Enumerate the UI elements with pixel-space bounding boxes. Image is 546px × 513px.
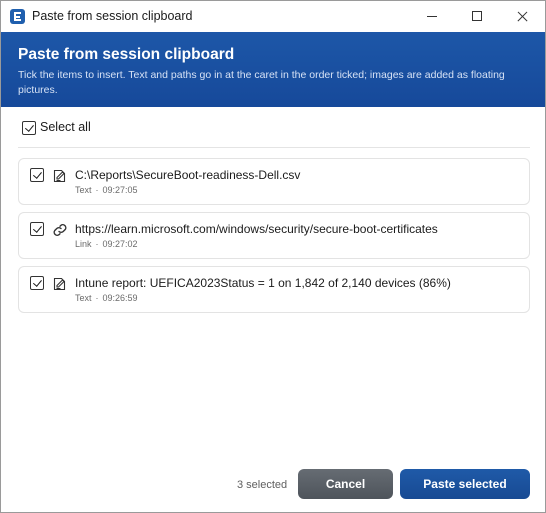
divider bbox=[18, 147, 530, 148]
item-checkbox[interactable] bbox=[30, 168, 44, 182]
selected-count: 3 selected bbox=[237, 479, 288, 491]
clipboard-item[interactable]: Intune report: UEFICA2023Status = 1 on 1… bbox=[18, 266, 530, 313]
dialog-header: Paste from session clipboard Tick the it… bbox=[1, 32, 545, 107]
cancel-button[interactable]: Cancel bbox=[298, 469, 393, 499]
app-logo-icon bbox=[10, 9, 25, 24]
item-checkbox[interactable] bbox=[30, 222, 44, 236]
select-all-checkbox[interactable] bbox=[22, 121, 36, 135]
edit-text-icon bbox=[53, 169, 66, 183]
title-bar: Paste from session clipboard bbox=[1, 1, 545, 32]
item-text: Intune report: UEFICA2023Status = 1 on 1… bbox=[75, 276, 451, 290]
edit-text-icon bbox=[53, 277, 66, 291]
minimize-icon[interactable] bbox=[409, 1, 455, 32]
close-icon[interactable] bbox=[499, 1, 545, 32]
header-title: Paste from session clipboard bbox=[18, 46, 235, 63]
maximize-icon[interactable] bbox=[454, 1, 500, 32]
item-meta: Text · 09:26:59 bbox=[75, 293, 138, 303]
item-meta: Link · 09:27:02 bbox=[75, 239, 138, 249]
clipboard-item[interactable]: https://learn.microsoft.com/windows/secu… bbox=[18, 212, 530, 259]
window-title: Paste from session clipboard bbox=[32, 9, 193, 23]
item-kind: Text bbox=[75, 293, 92, 303]
item-meta: Text · 09:27:05 bbox=[75, 185, 138, 195]
select-all-label[interactable]: Select all bbox=[40, 120, 91, 134]
paste-dialog-window: Paste from session clipboard Paste from … bbox=[0, 0, 546, 513]
item-text: https://learn.microsoft.com/windows/secu… bbox=[75, 222, 438, 236]
meta-separator: · bbox=[95, 293, 99, 303]
item-time: 09:27:02 bbox=[102, 239, 138, 249]
link-icon bbox=[53, 224, 67, 236]
clipboard-item[interactable]: C:\Reports\SecureBoot-readiness-Dell.csv… bbox=[18, 158, 530, 205]
paste-selected-button[interactable]: Paste selected bbox=[400, 469, 530, 499]
item-time: 09:27:05 bbox=[102, 185, 138, 195]
meta-separator: · bbox=[95, 239, 99, 249]
item-checkbox[interactable] bbox=[30, 276, 44, 290]
meta-separator: · bbox=[95, 185, 99, 195]
header-description: Tick the items to insert. Text and paths… bbox=[18, 69, 505, 96]
item-time: 09:26:59 bbox=[102, 293, 138, 303]
item-kind: Text bbox=[75, 185, 92, 195]
item-kind: Link bbox=[75, 239, 92, 249]
item-text: C:\Reports\SecureBoot-readiness-Dell.csv bbox=[75, 168, 301, 182]
